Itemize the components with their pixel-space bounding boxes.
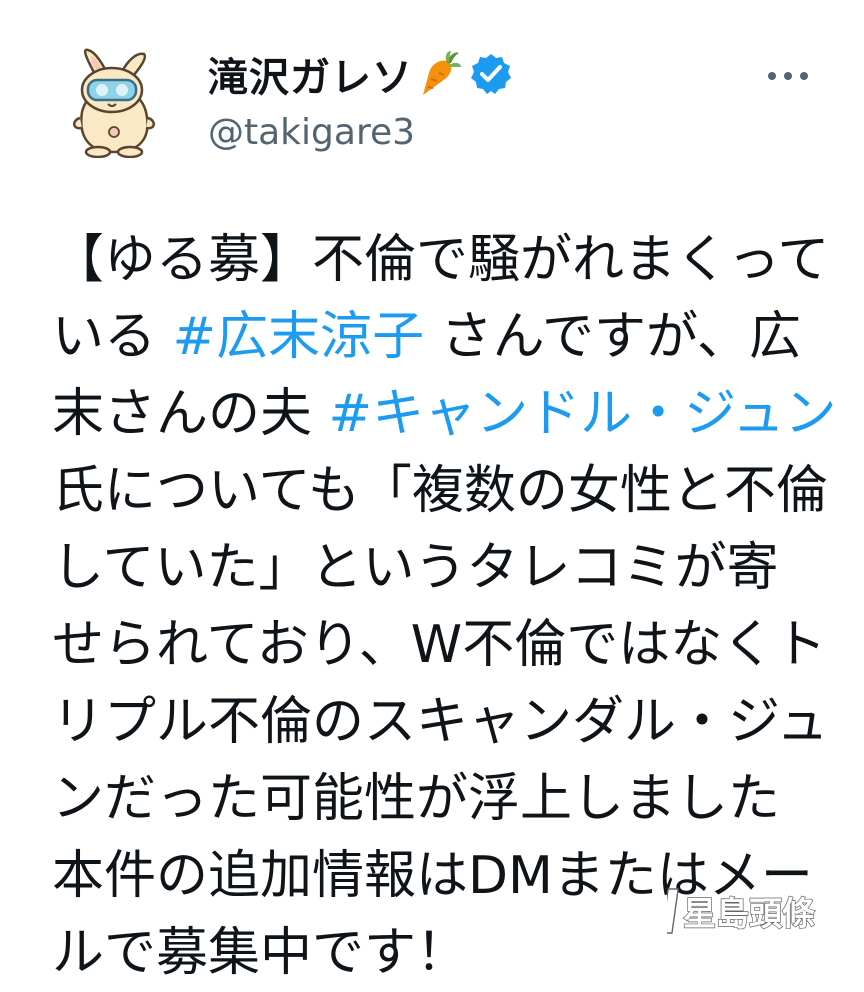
tweet-header: 滝沢ガレソ @takigare3 (0, 0, 864, 170)
tweet-line: リプル不倫のスキャンダル・ジュ (52, 684, 842, 761)
more-dot (800, 72, 808, 80)
tweet-text-segment: していた」というタレコミが寄 (52, 538, 779, 598)
watermark-logo: 星島頭條 (661, 883, 851, 939)
tweet-line: 氏についても「複数の女性と不倫 (52, 453, 842, 530)
tweet-line: していた」というタレコミが寄 (52, 530, 842, 607)
hashtag-link[interactable]: #広末涼子 (173, 307, 425, 367)
name-row: 滝沢ガレソ (208, 44, 513, 104)
more-options-button[interactable] (760, 54, 816, 98)
more-dot (784, 72, 792, 80)
rabbit-mascot-avatar[interactable] (64, 46, 164, 159)
tweet-text-segment: 氏についても「複数の女性と不倫 (52, 461, 828, 521)
tweet-text-segment: ンだった可能性が浮上しました (52, 769, 781, 829)
tweet-text-segment: 【ゆる募】不倫で騒がれまくって (52, 230, 830, 290)
tweet-text-segment: 末さんの夫 (52, 384, 329, 444)
watermark-text: 星島頭條 (683, 894, 815, 933)
hashtag-link[interactable]: #キャンドル・ジュン (329, 384, 837, 444)
tweet-line: ンだった可能性が浮上しました (52, 761, 842, 838)
tweet-text-segment: いる (52, 307, 173, 367)
tweet-text-segment: せられており、W不倫ではなくト (52, 615, 827, 675)
user-handle[interactable]: @takigare3 (208, 112, 415, 153)
tweet-line: せられており、W不倫ではなくト (52, 607, 842, 684)
tweet-text-segment: リプル不倫のスキャンダル・ジュ (52, 692, 829, 752)
display-name[interactable]: 滝沢ガレソ (208, 45, 413, 103)
carrot-icon (419, 49, 463, 99)
more-options-icon (768, 72, 776, 80)
tweet-text: 【ゆる募】不倫で騒がれまくって いる #広末涼子 さんですが、広 末さんの夫 #キャ… (52, 222, 842, 992)
tweet-line: 【ゆる募】不倫で騒がれまくって (52, 222, 842, 299)
tweet-text-segment: ルで募集中です！ (52, 923, 469, 983)
verified-badge-icon (469, 52, 513, 96)
tweet-line: 末さんの夫 #キャンドル・ジュン (52, 376, 842, 453)
tweet-line: いる #広末涼子 さんですが、広 (52, 299, 842, 376)
tweet-text-segment: さんですが、広 (424, 307, 801, 367)
